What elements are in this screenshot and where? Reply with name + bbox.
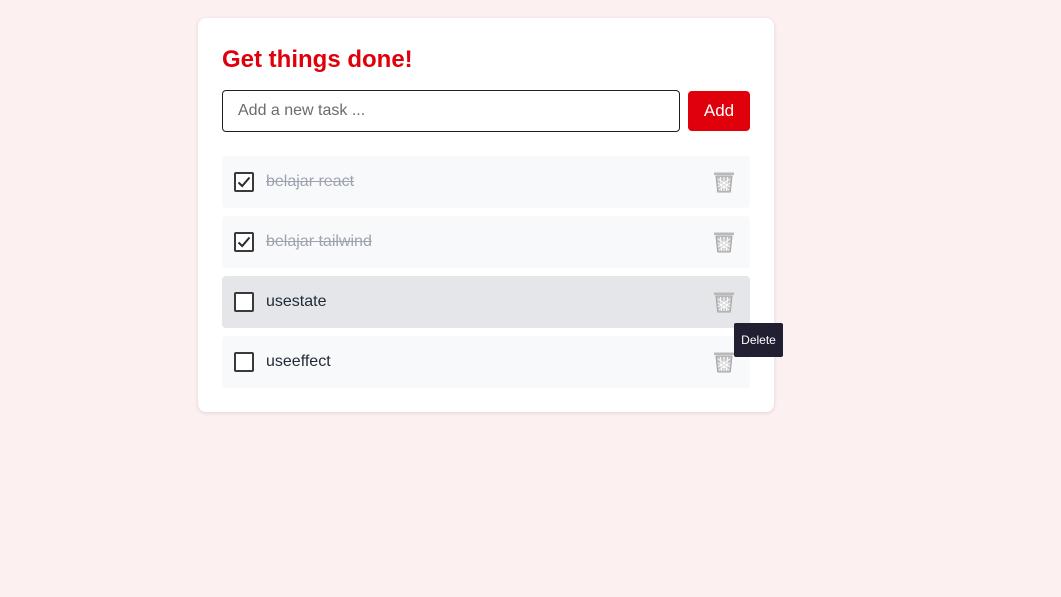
add-button[interactable]: Add [688, 91, 750, 131]
task-checkbox[interactable] [234, 292, 254, 312]
task-item: useeffect [222, 336, 750, 388]
delete-tooltip: Delete [734, 323, 783, 357]
todo-card: Get things done! Add belajar react [198, 18, 774, 412]
delete-button[interactable] [712, 170, 736, 194]
new-task-input[interactable] [222, 90, 680, 132]
task-item: belajar tailwind [222, 216, 750, 268]
task-label: belajar react [266, 173, 355, 190]
trash-icon [714, 232, 734, 253]
task-label: useeffect [266, 353, 331, 370]
task-item: belajar react [222, 156, 750, 208]
checkmark-icon [237, 176, 251, 188]
checkmark-icon [237, 236, 251, 248]
trash-icon [714, 292, 734, 313]
task-list: belajar react belajar tailwind usestate … [222, 156, 750, 396]
task-checkbox[interactable] [234, 352, 254, 372]
delete-button[interactable] [712, 230, 736, 254]
task-item: usestate [222, 276, 750, 328]
task-label: usestate [266, 293, 327, 310]
page-title: Get things done! [222, 46, 413, 73]
task-checkbox[interactable] [234, 172, 254, 192]
delete-button[interactable] [712, 290, 736, 314]
trash-icon [714, 172, 734, 193]
trash-icon [714, 352, 734, 373]
delete-button[interactable] [712, 350, 736, 374]
task-checkbox[interactable] [234, 232, 254, 252]
task-label: belajar tailwind [266, 233, 372, 250]
